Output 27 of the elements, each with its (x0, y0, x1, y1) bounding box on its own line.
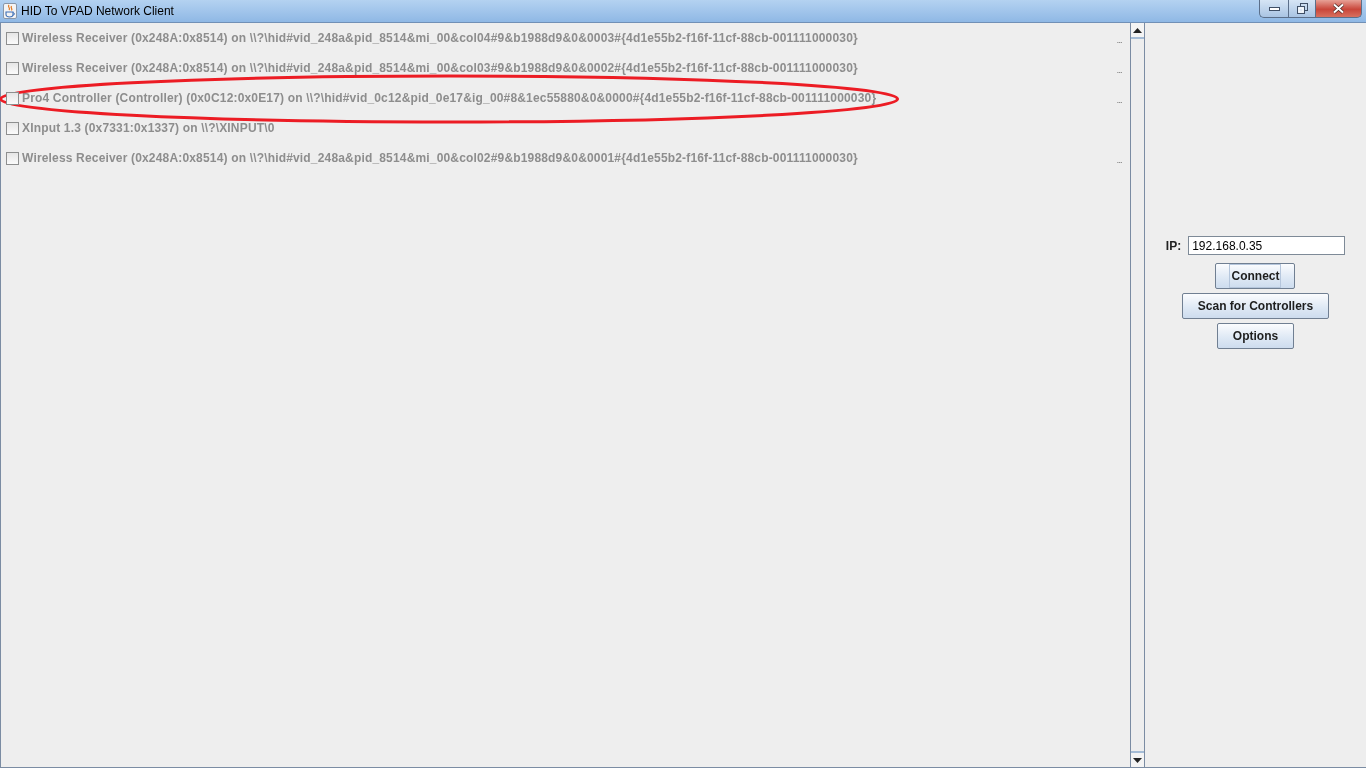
ellipsis-label: ... (1116, 96, 1122, 105)
up-arrow-icon (1133, 27, 1142, 33)
scrollbar[interactable] (1130, 23, 1145, 768)
ellipsis-label: ... (1116, 156, 1122, 165)
restore-icon (1296, 3, 1308, 14)
ip-label: IP: (1165, 237, 1182, 255)
ellipsis-label: ... (1116, 66, 1122, 75)
scroll-up-button[interactable] (1131, 23, 1144, 39)
close-button[interactable] (1315, 0, 1362, 18)
action-button[interactable]: Options (1216, 323, 1295, 349)
action-button[interactable]: Connect (1215, 263, 1296, 289)
ip-input-field[interactable]: 192.168.0.35 (1188, 236, 1346, 255)
down-arrow-icon (1133, 757, 1142, 763)
minimize-icon (1268, 6, 1280, 11)
device-label: Wireless Receiver (0x248A:0x8514) on \\?\hid#vid_248a&pid_8514&mi_00&col02#9&b1988d9&0&0001#{4d1e55b2-f16f-11cf-88cb-001111000030} (22, 151, 858, 165)
device-label: Pro4 Controller (Controller) (0x0C12:0x0E17) on \\?\hid#vid_0c12&pid_0e17&ig_00#8&1ec55880&0&0000#{4d1e55b2-f16f-11cf-88cb-001111000030} (22, 91, 877, 105)
device-label: XInput 1.3 (0x7331:0x1337) on \\?\XINPUT\0 (22, 121, 275, 135)
action-button[interactable]: Scan for Controllers (1181, 293, 1330, 319)
device-label: Wireless Receiver (0x248A:0x8514) on \\?\hid#vid_248a&pid_8514&mi_00&col04#9&b1988d9&0&0003#{4d1e55b2-f16f-11cf-88cb-001111000030} (22, 31, 858, 45)
close-icon (1332, 3, 1345, 14)
device-label: Wireless Receiver (0x248A:0x8514) on \\?\hid#vid_248a&pid_8514&mi_00&col03#9&b1988d9&0&0002#{4d1e55b2-f16f-11cf-88cb-001111000030} (22, 61, 858, 75)
restore-button[interactable] (1288, 0, 1315, 18)
minimize-button[interactable] (1259, 0, 1288, 18)
cup-icon (3, 3, 17, 19)
scroll-down-button[interactable] (1131, 751, 1144, 767)
ellipsis-label: ... (1116, 36, 1122, 45)
window-title: HID To VPAD Network Client (21, 3, 174, 20)
